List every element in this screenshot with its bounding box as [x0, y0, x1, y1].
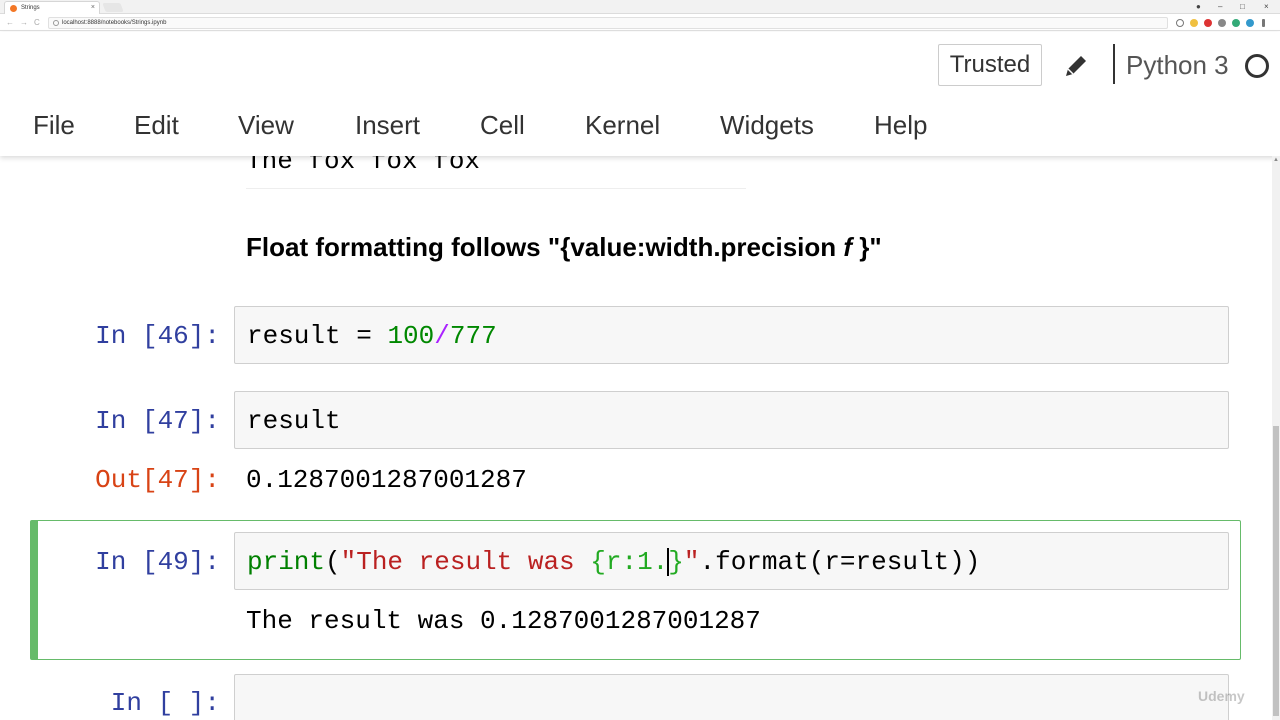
notebook-header: Trusted Python 3 File Edit View Insert C…: [0, 32, 1280, 156]
heading-text-italic: f: [843, 232, 853, 262]
code-token-format-spec: {r:1.: [590, 547, 669, 577]
code-cell-input-active[interactable]: print("The result was {r:1.}".format(r=r…: [234, 532, 1229, 590]
code-line: print("The result was {r:1.}".format(r=r…: [247, 545, 980, 579]
page-scrollbar[interactable]: ▲: [1272, 156, 1280, 720]
cell-prompt: In [49]:: [95, 547, 220, 577]
previous-cell-output: The fox fox fox: [246, 156, 481, 176]
extension-icon[interactable]: [1204, 19, 1212, 27]
menu-help[interactable]: Help: [874, 107, 927, 143]
scroll-thumb[interactable]: [1273, 426, 1279, 716]
code-line: result: [247, 404, 341, 438]
code-token-builtin: print: [247, 547, 326, 577]
menu-edit[interactable]: Edit: [134, 107, 179, 143]
heading-text-start: Float formatting follows "{value:width.p…: [246, 232, 844, 262]
code-line: result = 100/777: [247, 319, 497, 353]
code-token: result: [247, 406, 341, 436]
browser-tab-strip: Strings × ● – □ ×: [0, 0, 1280, 14]
browser-menu-icon[interactable]: [1262, 19, 1265, 27]
code-token-number: 100: [387, 321, 435, 351]
page-info-icon[interactable]: [53, 20, 59, 26]
profile-icon[interactable]: ●: [1196, 0, 1201, 13]
code-cell-input-empty[interactable]: [234, 674, 1229, 720]
new-tab-button[interactable]: [102, 3, 124, 12]
code-token-operator: /: [434, 321, 450, 351]
code-cell-input[interactable]: result = 100/777: [234, 306, 1229, 364]
code-token-number: 777: [449, 321, 497, 351]
udemy-watermark: Udemy: [1198, 688, 1245, 704]
heading-text-end: }": [852, 232, 882, 262]
menu-view[interactable]: View: [238, 107, 294, 143]
cell-prompt: In [47]:: [95, 406, 220, 436]
zoom-icon[interactable]: [1176, 19, 1184, 27]
tab-title: Strings: [21, 5, 40, 11]
code-token: result =: [247, 321, 388, 351]
code-cell-input[interactable]: result: [234, 391, 1229, 449]
extension-icon-2[interactable]: [1218, 19, 1226, 27]
kernel-idle-indicator-icon: [1245, 54, 1269, 78]
browser-tab[interactable]: Strings ×: [4, 1, 100, 14]
code-token-format-spec: }: [668, 547, 684, 577]
bookmark-star-icon[interactable]: [1190, 19, 1198, 27]
menu-cell[interactable]: Cell: [480, 107, 525, 143]
menu-file[interactable]: File: [33, 107, 75, 143]
code-token-string: "The result was: [340, 547, 591, 577]
cell-output: The result was 0.1287001287001287: [246, 606, 761, 636]
kernel-name[interactable]: Python 3: [1126, 49, 1229, 81]
cell-prompt: In [46]:: [95, 321, 220, 351]
url-text: localhost:8888/notebooks/Strings.ipynb: [62, 20, 167, 26]
edit-pencil-icon[interactable]: [1062, 52, 1090, 80]
url-field[interactable]: localhost:8888/notebooks/Strings.ipynb: [48, 17, 1168, 29]
back-button[interactable]: ←: [6, 17, 14, 29]
maximize-button[interactable]: □: [1240, 0, 1245, 13]
code-token: .format(r=result)): [699, 547, 981, 577]
address-bar: ← → C localhost:8888/notebooks/Strings.i…: [0, 15, 1280, 31]
code-token: (: [325, 547, 341, 577]
markdown-heading[interactable]: Float formatting follows "{value:width.p…: [246, 230, 882, 264]
menu-insert[interactable]: Insert: [355, 107, 420, 143]
trusted-indicator[interactable]: Trusted: [938, 44, 1042, 86]
extension-icon-3[interactable]: [1232, 19, 1240, 27]
code-token-string: ": [683, 547, 700, 577]
output-prompt: Out[47]:: [95, 465, 220, 495]
window-close-button[interactable]: ×: [1264, 0, 1269, 13]
menu-widgets[interactable]: Widgets: [720, 107, 814, 143]
cell-prompt: In [ ]:: [110, 688, 220, 718]
header-separator: [1113, 44, 1115, 84]
jupyter-favicon-icon: [10, 5, 17, 12]
notebook-container: The fox fox fox Float formatting follows…: [0, 156, 1280, 720]
extension-icon-4[interactable]: [1246, 19, 1254, 27]
minimize-button[interactable]: –: [1218, 0, 1222, 13]
previous-output-divider: [246, 188, 746, 189]
menu-kernel[interactable]: Kernel: [585, 107, 660, 143]
tab-close-icon[interactable]: ×: [91, 2, 95, 14]
forward-button[interactable]: →: [20, 17, 28, 29]
reload-button[interactable]: C: [34, 17, 40, 29]
scroll-up-icon[interactable]: ▲: [1272, 156, 1280, 164]
cell-output: 0.1287001287001287: [246, 465, 527, 495]
